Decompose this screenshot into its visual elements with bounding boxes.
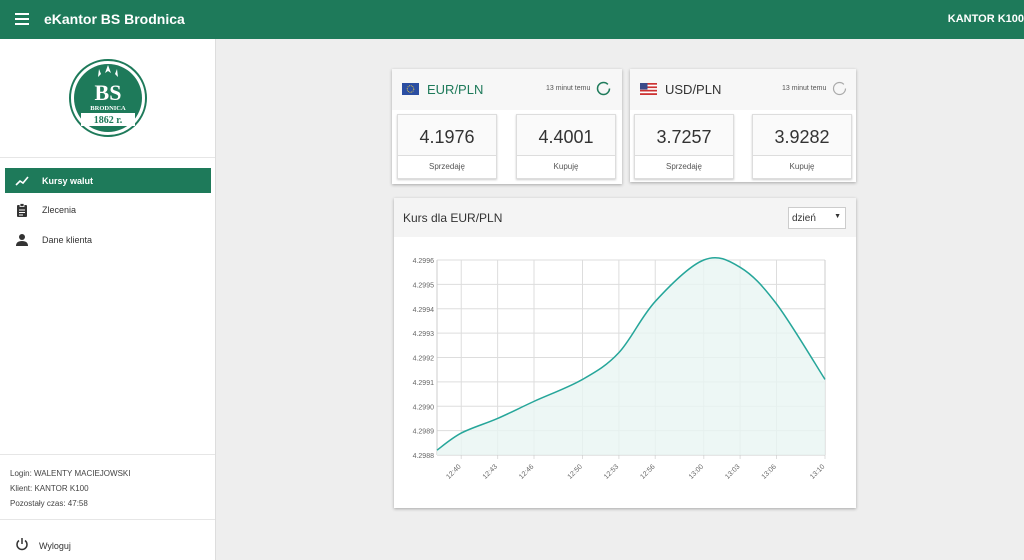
sell-rate-label: Sprzedaję — [428, 162, 466, 171]
rate-card-eur: EUR/PLN 13 minut temu 4.1976 Sprzedaję 4… — [392, 69, 622, 184]
sidebar-item-label: Dane klienta — [42, 235, 93, 245]
currency-pair: USD/PLN — [665, 82, 722, 97]
session-timer: Pozostały czas: 47:58 — [10, 499, 88, 508]
sidebar-item-zlecenia[interactable]: Zlecenia — [5, 197, 211, 222]
sidebar-item-label: Zlecenia — [42, 205, 77, 215]
logout-label: Wyloguj — [39, 541, 71, 551]
logo-name: BRODNICA — [90, 105, 126, 112]
power-icon — [16, 538, 28, 551]
bank-logo: BS BRODNICA 1862 r. — [69, 59, 147, 137]
update-time: 13 minut temu — [546, 85, 591, 92]
buy-rate-value: 3.9282 — [753, 115, 851, 156]
rate-card-usd: USD/PLN 13 minut temu 3.7257 Sprzedaję 3… — [630, 69, 856, 182]
y-tick-label: 4.2992 — [413, 356, 435, 363]
buy-rate-value: 4.4001 — [517, 115, 615, 156]
x-tick-label: 12:40 — [445, 463, 462, 480]
top-app-bar: eKantor BS Brodnica KANTOR K100 — [0, 0, 1024, 39]
y-tick-label: 4.2991 — [413, 380, 435, 387]
x-tick-label: 12:50 — [567, 463, 584, 480]
y-tick-label: 4.2990 — [413, 404, 435, 411]
y-tick-label: 4.2996 — [413, 258, 435, 265]
currency-pair: EUR/PLN — [427, 82, 484, 97]
buy-rate-button[interactable]: 4.4001 Kupuję — [516, 114, 616, 179]
x-tick-label: 13:10 — [809, 463, 826, 480]
sell-rate-label: Sprzedaję — [665, 162, 703, 171]
sidebar-item-dane-klienta[interactable]: Dane klienta — [5, 227, 211, 252]
x-tick-label: 12:53 — [603, 463, 620, 480]
y-tick-label: 4.2994 — [413, 307, 435, 314]
account-name: KANTOR K100 — [947, 13, 1024, 25]
x-tick-label: 12:56 — [639, 463, 656, 480]
logout-button[interactable]: Wyloguj — [0, 531, 215, 560]
refresh-spinner-icon — [596, 81, 611, 96]
login-info: Login: WALENTY MACIEJOWSKI — [10, 469, 131, 478]
buy-rate-button[interactable]: 3.9282 Kupuję — [752, 114, 852, 179]
x-tick-label: 12:43 — [482, 463, 499, 480]
sell-rate-value: 3.7257 — [635, 115, 733, 156]
update-time: 13 minut temu — [782, 85, 827, 92]
clipboard-icon — [17, 203, 27, 217]
y-tick-label: 4.2989 — [413, 429, 435, 436]
x-tick-label: 13:00 — [688, 463, 705, 480]
x-tick-label: 13:03 — [724, 463, 741, 480]
x-tick-label: 13:06 — [761, 463, 778, 480]
y-tick-label: 4.2993 — [413, 331, 435, 338]
rate-chart: 4.2988 4.2989 4.2990 4.2991 4.2992 4.2993 4.29… — [413, 256, 826, 481]
y-tick-label: 4.2988 — [413, 453, 435, 460]
series-area — [437, 257, 825, 455]
sell-rate-button[interactable]: 4.1976 Sprzedaję — [397, 114, 497, 179]
divider — [0, 519, 215, 520]
buy-rate-label: Kupuję — [789, 162, 815, 171]
rate-card-header: EUR/PLN 13 minut temu — [392, 69, 622, 110]
chart-card: Kurs dla EUR/PLN dzień ▼ 4.2988 4.2989 4.2… — [394, 198, 856, 508]
us-flag-icon — [640, 83, 657, 95]
rate-card-header: USD/PLN 13 minut temu — [630, 69, 856, 110]
sell-rate-button[interactable]: 3.7257 Sprzedaję — [634, 114, 734, 179]
y-tick-label: 4.2995 — [413, 282, 435, 289]
logo-year: 1862 r. — [94, 115, 123, 126]
divider — [0, 454, 215, 455]
logo-letters: BS — [95, 80, 122, 105]
divider — [0, 157, 215, 158]
sidebar: BS BRODNICA 1862 r. Kursy walut Zlecenia… — [0, 39, 216, 560]
app-title: eKantor BS Brodnica — [44, 11, 185, 27]
buy-rate-label: Kupuję — [553, 162, 579, 171]
sidebar-item-label: Kursy walut — [42, 176, 94, 186]
trending-up-icon — [15, 176, 29, 186]
refresh-spinner-icon — [832, 81, 847, 96]
sidebar-item-kursy-walut[interactable]: Kursy walut — [5, 168, 211, 193]
eu-flag-icon — [402, 83, 419, 95]
x-tick-label: 12:46 — [518, 463, 535, 480]
person-icon — [16, 234, 28, 246]
menu-icon[interactable] — [15, 13, 29, 25]
client-info: Klient: KANTOR K100 — [10, 484, 89, 493]
sell-rate-value: 4.1976 — [398, 115, 496, 156]
